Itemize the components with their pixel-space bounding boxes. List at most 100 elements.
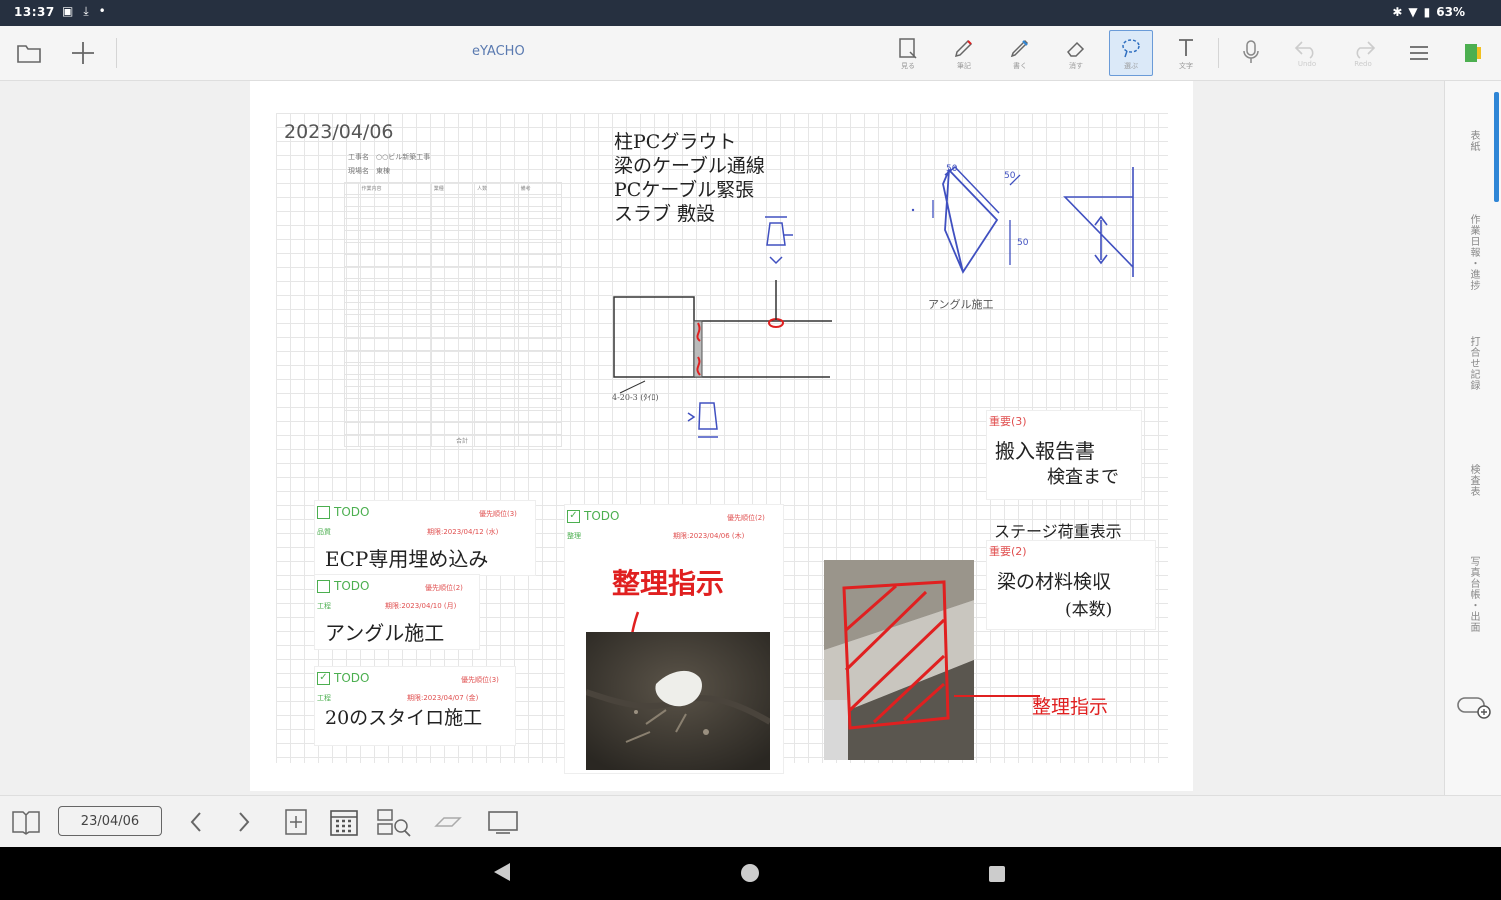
home-circle-icon	[741, 864, 759, 882]
index-tab-photo-ledger[interactable]: 写真台帳・出面	[1466, 556, 1481, 633]
sheet-cell	[343, 302, 360, 315]
dim-label-1: 50	[946, 164, 958, 174]
sheet-cell	[343, 422, 360, 435]
check-icon[interactable]: ✓	[317, 671, 330, 685]
index-tab-meeting[interactable]: 打合せ記録	[1466, 336, 1481, 391]
sheet-cell	[474, 434, 519, 447]
sheet-cell	[474, 314, 519, 327]
sheet-cell	[343, 326, 360, 339]
sheet-cell	[430, 254, 476, 267]
chevron-right-icon	[239, 812, 250, 832]
checkbox-icon[interactable]	[317, 579, 330, 593]
check-icon[interactable]: ✓	[567, 509, 580, 523]
tool-brush[interactable]: 筆記	[948, 32, 980, 74]
add-index-button[interactable]	[1456, 690, 1492, 724]
site-photo-2[interactable]	[824, 560, 974, 760]
sheet-cell	[517, 266, 563, 279]
sheet-cell	[358, 398, 432, 411]
sheet-cell	[430, 194, 476, 207]
sheet-cell	[430, 398, 476, 411]
calendar-button[interactable]	[328, 806, 360, 842]
sheet-cell	[430, 350, 476, 363]
sheet-row	[343, 206, 563, 219]
top-toolbar: eYACHO 見る 筆記 書く 消す 選ぶ 文字 Undo Redo	[0, 26, 1501, 81]
sheet-cell	[430, 422, 476, 435]
wifi-icon: ▼	[1408, 5, 1418, 19]
sheet-cell	[343, 314, 360, 327]
sheet-cell	[517, 230, 563, 243]
nav-recents-button[interactable]	[988, 864, 1006, 888]
todo-text: アングル施工	[325, 621, 445, 645]
todo-card-3[interactable]: ✓ TODO 優先順位(3) 工程 期限:2023/04/07 (金) 20のスタ…	[314, 666, 516, 746]
nav-back-button[interactable]	[492, 861, 512, 888]
undo-button[interactable]: Undo	[1288, 32, 1326, 74]
folder-button[interactable]	[14, 38, 44, 68]
tool-select[interactable]: 選ぶ	[1109, 30, 1153, 76]
sheet-header-2: 現場名 東棟	[348, 167, 390, 175]
sheet-cell	[343, 350, 360, 363]
important-note-1[interactable]: 重要(3) 搬入報告書 検査まで	[986, 410, 1142, 500]
fullscreen-button[interactable]	[486, 808, 520, 840]
important-text-2a: 梁の材料検収	[997, 571, 1112, 593]
redo-button[interactable]: Redo	[1344, 32, 1382, 74]
date-jump-button[interactable]: 23/04/06	[58, 806, 162, 836]
status-right: ✱ ▼ ▮ 63%	[1392, 5, 1465, 19]
chevron-left-icon	[190, 812, 201, 832]
sheet-cell	[430, 206, 476, 219]
sheet-cell	[358, 254, 432, 267]
tool-text[interactable]: 文字	[1170, 32, 1202, 74]
task-2: 梁のケーブル通線	[614, 155, 765, 177]
sheet-cell	[343, 338, 360, 351]
todo-card-2[interactable]: TODO 優先順位(2) 工程 期限:2023/04/10 (月) アングル施工	[314, 574, 480, 650]
index-tab-daily-report[interactable]: 作業日報・進捗	[1466, 214, 1481, 291]
text-icon	[1179, 38, 1193, 56]
sheet-cell	[474, 338, 519, 351]
next-page-button[interactable]	[236, 810, 252, 838]
important-note-2[interactable]: 重要(2) 梁の材料検収 (本数)	[986, 540, 1156, 630]
sheet-cell	[474, 206, 519, 219]
sheet-row	[343, 302, 563, 315]
sheet-cell	[343, 230, 360, 243]
sheet-cell	[358, 302, 432, 315]
tool-view[interactable]: 見る	[892, 32, 924, 74]
sheet-row	[343, 362, 563, 375]
index-tab-cover[interactable]: 表紙	[1466, 130, 1481, 152]
nav-home-button[interactable]	[740, 863, 760, 888]
sheet-cell	[517, 374, 563, 387]
prev-page-button[interactable]	[188, 810, 204, 838]
add-page-button[interactable]	[284, 808, 308, 840]
bottom-toolbar: 23/04/06	[0, 795, 1501, 848]
index-tab-inspection[interactable]: 検査表	[1466, 464, 1481, 497]
sheet-cell	[358, 230, 432, 243]
page-search-button[interactable]	[376, 806, 412, 842]
menu-button[interactable]	[1404, 38, 1434, 68]
sheet-row	[343, 266, 563, 279]
voice-button[interactable]	[1236, 34, 1266, 70]
sheet-cell	[358, 410, 432, 423]
sheet-cell	[474, 230, 519, 243]
sheet-cell	[358, 290, 432, 303]
sheet-cell	[430, 410, 476, 423]
sheet-cell	[474, 242, 519, 255]
tool-pen[interactable]: 書く	[1004, 32, 1036, 74]
dim-label-2: 50	[1004, 171, 1016, 181]
sheet-cell	[517, 362, 563, 375]
sheet-cell	[474, 386, 519, 399]
tool-eraser[interactable]: 消す	[1060, 32, 1092, 74]
sheet-cell	[474, 362, 519, 375]
sheet-header-row: 作業内容 業種 人数 備考	[343, 182, 563, 195]
eraser-page-button[interactable]	[432, 810, 464, 838]
add-button[interactable]	[68, 38, 98, 68]
sheet-cell	[517, 218, 563, 231]
book-view-button[interactable]	[10, 808, 42, 840]
sheet-cell	[358, 422, 432, 435]
todo-card-1[interactable]: TODO 優先順位(3) 品質 期限:2023/04/12 (水) ECP専用埋…	[314, 500, 536, 576]
recents-square-icon	[989, 866, 1005, 882]
sheet-row	[343, 230, 563, 243]
site-photo-1[interactable]	[586, 632, 770, 770]
sheet-row	[343, 290, 563, 303]
checkbox-icon[interactable]	[317, 505, 330, 519]
sheet-row	[343, 410, 563, 423]
notebook-color-button[interactable]	[1458, 38, 1488, 68]
sheet-cell	[517, 434, 563, 447]
